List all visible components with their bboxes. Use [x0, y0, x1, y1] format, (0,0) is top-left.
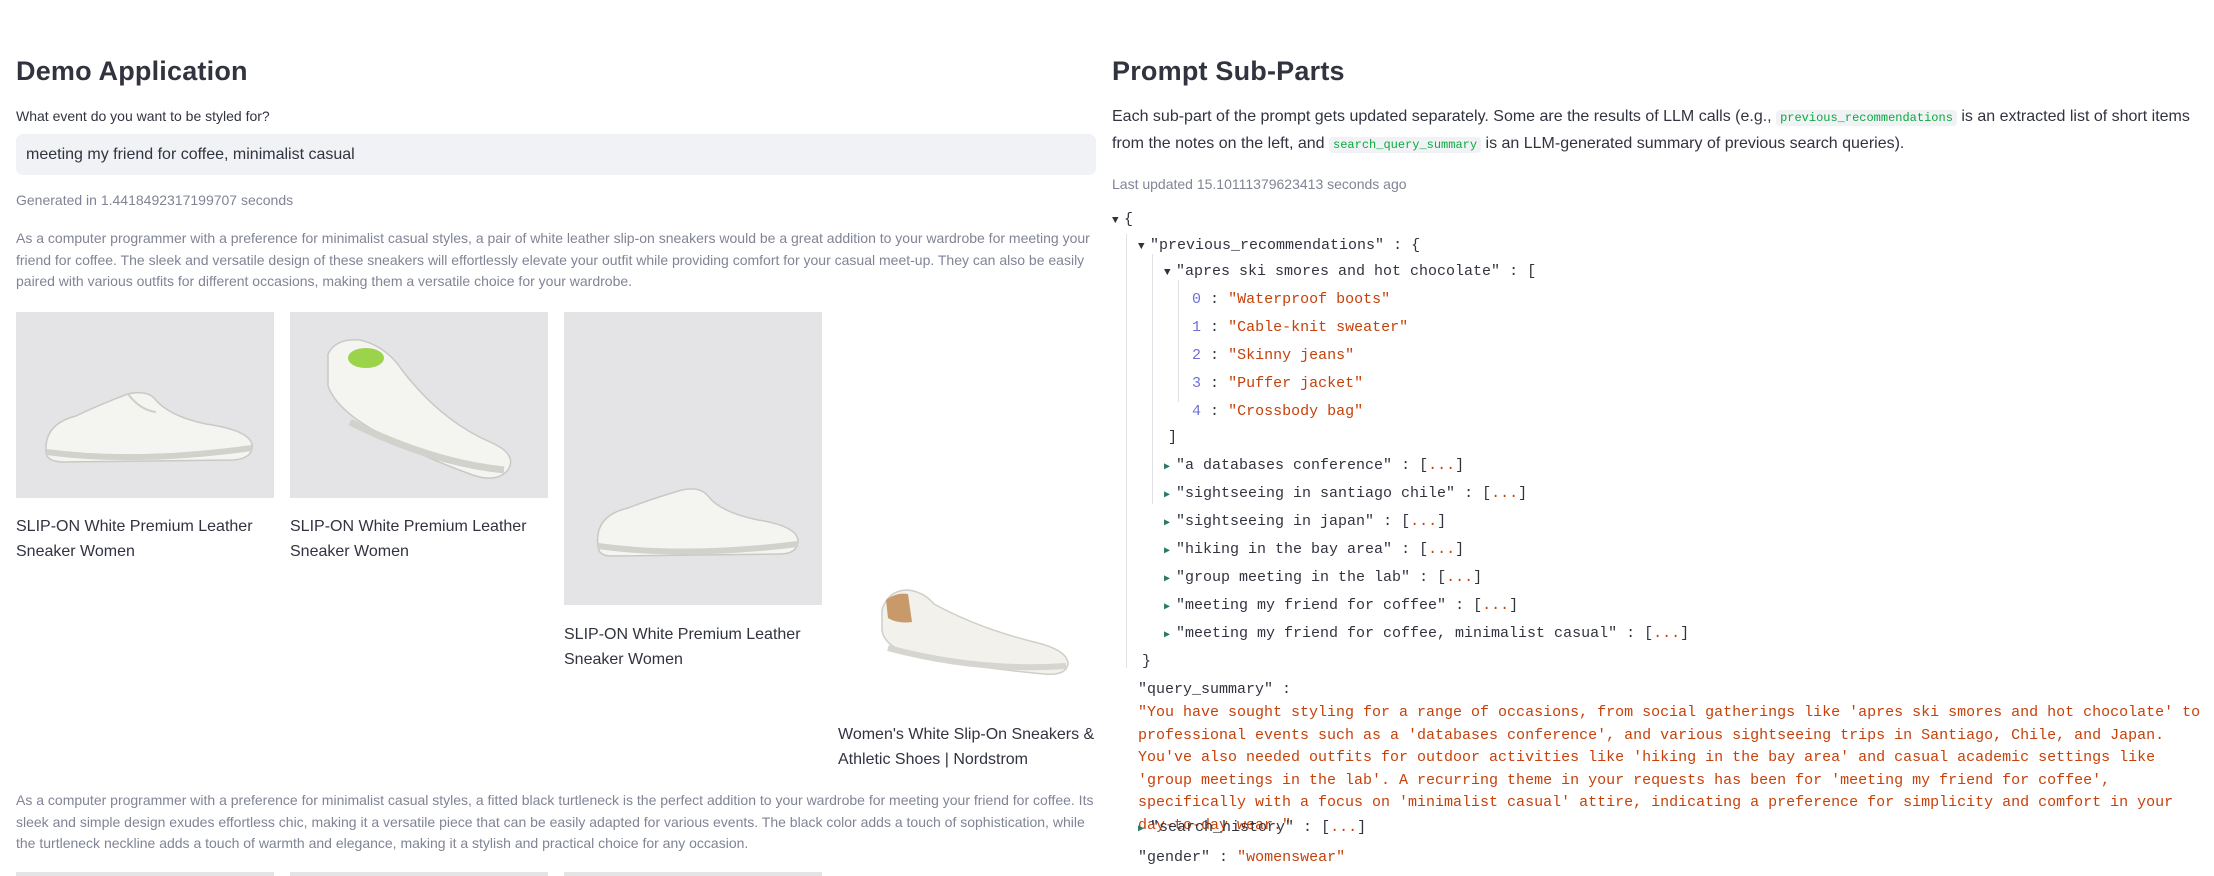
sneaker-icon: [16, 312, 274, 498]
product-image[interactable]: [290, 872, 548, 876]
json-indent-guide: [1126, 234, 1127, 668]
last-updated: Last updated 15.10111379623413 seconds a…: [1112, 176, 1407, 192]
expand-triangle-icon[interactable]: ▶: [1164, 598, 1176, 618]
expand-triangle-icon[interactable]: ▶: [1164, 542, 1176, 562]
product-image[interactable]: [564, 872, 822, 876]
product-image[interactable]: [838, 560, 1096, 684]
json-collapsed-key[interactable]: ▶ "sightseeing in japan" : [...]: [1164, 512, 1446, 532]
json-bracket-close: ]: [1168, 429, 1178, 446]
sneaker-icon: [290, 312, 548, 498]
json-collapsed-key[interactable]: ▶ "sightseeing in santiago chile" : [...]: [1164, 484, 1527, 504]
json-key-gender: "gender" : "womenswear": [1138, 849, 1346, 866]
json-collapsed-key[interactable]: ▶ "meeting my friend for coffee, minimali…: [1164, 624, 1689, 644]
demo-application-panel: Demo Application What event do you want …: [16, 0, 1096, 876]
json-key-apres-ski[interactable]: ▼ "apres ski smores and hot chocolate" : …: [1164, 262, 1536, 282]
expand-triangle-icon[interactable]: ▶: [1138, 820, 1150, 840]
sneaker-icon: [838, 560, 1096, 684]
json-collapsed-key[interactable]: ▶ "meeting my friend for coffee" : [...]: [1164, 596, 1518, 616]
subparts-description: Each sub-part of the prompt gets updated…: [1112, 108, 2190, 153]
event-label: What event do you want to be styled for?: [16, 108, 270, 124]
product-title[interactable]: SLIP-ON White Premium Leather Sneaker Wo…: [564, 622, 822, 672]
product-image[interactable]: [564, 312, 822, 605]
product-image[interactable]: [16, 312, 274, 498]
product-image[interactable]: [290, 312, 548, 498]
json-array-item: 3 : "Puffer jacket": [1192, 375, 1364, 392]
generated-time: Generated in 1.4418492317199707 seconds: [16, 192, 294, 208]
code-search-query-summary: search_query_summary: [1329, 137, 1482, 153]
json-key-previous-recommendations[interactable]: ▼ "previous_recommendations" : {: [1138, 236, 1420, 256]
collapse-triangle-icon[interactable]: ▼: [1138, 237, 1150, 257]
product-title[interactable]: SLIP-ON White Premium Leather Sneaker Wo…: [290, 514, 548, 564]
sneaker-icon: [564, 312, 822, 605]
expand-triangle-icon[interactable]: ▶: [1164, 570, 1176, 590]
json-indent-guide: [1152, 254, 1153, 504]
json-array-item: 4 : "Crossbody bag": [1192, 403, 1364, 420]
json-collapsed-key[interactable]: ▶ "hiking in the bay area" : [...]: [1164, 540, 1464, 560]
json-query-summary-value: "You have sought styling for a range of …: [1138, 704, 2210, 834]
recommendation-text: As a computer programmer with a preferen…: [16, 792, 1094, 851]
collapse-triangle-icon[interactable]: ▼: [1112, 211, 1124, 231]
page-title: Demo Application: [16, 56, 248, 86]
json-collapsed-key[interactable]: ▶ "group meeting in the lab" : [...]: [1164, 568, 1482, 588]
json-key-search-history[interactable]: ▶ "search_history" : [...]: [1138, 818, 1366, 838]
json-key-query-summary: "query_summary" :: [1138, 681, 1292, 698]
event-input[interactable]: [16, 134, 1096, 175]
json-root[interactable]: ▼{: [1112, 210, 1133, 230]
expand-triangle-icon[interactable]: ▶: [1164, 458, 1176, 478]
product-image[interactable]: [16, 872, 274, 876]
expand-triangle-icon[interactable]: ▶: [1164, 514, 1176, 534]
expand-triangle-icon[interactable]: ▶: [1164, 626, 1176, 646]
prompt-subparts-panel: Prompt Sub-Parts Each sub-part of the pr…: [1112, 0, 2202, 876]
expand-triangle-icon[interactable]: ▶: [1164, 486, 1176, 506]
json-array-item: 0 : "Waterproof boots": [1192, 291, 1391, 308]
collapse-triangle-icon[interactable]: ▼: [1164, 263, 1176, 283]
json-array-item: 1 : "Cable-knit sweater": [1192, 319, 1409, 336]
recommendation-text: As a computer programmer with a preferen…: [16, 230, 1090, 289]
section-title: Prompt Sub-Parts: [1112, 56, 1345, 86]
product-title[interactable]: Women's White Slip-On Sneakers & Athleti…: [838, 722, 1096, 772]
json-array-item: 2 : "Skinny jeans": [1192, 347, 1355, 364]
code-previous-recommendations: previous_recommendations: [1776, 110, 1957, 126]
json-brace-close: }: [1142, 653, 1152, 670]
json-collapsed-key[interactable]: ▶ "a databases conference" : [...]: [1164, 456, 1464, 476]
json-indent-guide: [1178, 280, 1179, 402]
product-title[interactable]: SLIP-ON White Premium Leather Sneaker Wo…: [16, 514, 274, 564]
